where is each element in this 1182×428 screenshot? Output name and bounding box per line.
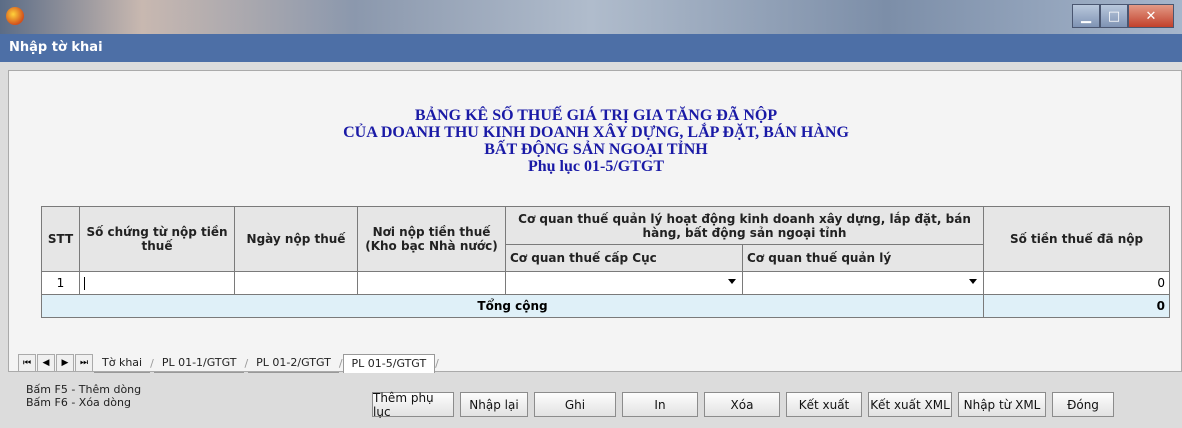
dropdown-arrow-icon[interactable] <box>728 279 736 284</box>
total-value: 0 <box>983 294 1171 318</box>
tab-to-khai[interactable]: Tờ khai <box>94 354 151 373</box>
form-panel: BẢNG KÊ SỐ THUẾ GIÁ TRỊ GIA TĂNG ĐÃ NỘP … <box>8 70 1182 372</box>
minimize-icon[interactable]: ▁ <box>1072 4 1100 28</box>
header-cq-cap-cuc: Cơ quan thuế cấp Cục <box>505 244 743 272</box>
row-stt: 1 <box>41 271 80 295</box>
heading-line-4: Phụ lục 01-5/GTGT <box>527 158 665 175</box>
tax-table: STT Số chứng từ nộp tiền thuế Ngày nộp t… <box>40 206 1171 318</box>
ghi-button[interactable]: Ghi <box>534 392 616 417</box>
sheet-tabs: ⏮ ◀ ▶ ⏭ Tờ khai / PL 01-1/GTGT / PL 01-2… <box>18 352 439 374</box>
tab-separator: / <box>435 356 439 370</box>
noi-nop-input[interactable] <box>357 271 506 295</box>
header-co-quan-group: Cơ quan thuế quản lý hoạt động kinh doan… <box>504 206 985 245</box>
tab-pl-01-2[interactable]: PL 01-2/GTGT <box>248 354 339 373</box>
total-label: Tổng cộng <box>40 294 985 318</box>
xoa-button[interactable]: Xóa <box>704 392 780 417</box>
header-noi-nop: Nơi nộp tiền thuế (Kho bạc Nhà nước) <box>357 206 506 272</box>
ngay-nop-input[interactable] <box>234 271 358 295</box>
form-title: Nhập tờ khai <box>9 40 103 55</box>
hint-add-row: Bấm F5 - Thêm dòng <box>26 383 142 396</box>
prev-sheet-icon[interactable]: ◀ <box>37 354 55 372</box>
last-sheet-icon[interactable]: ⏭ <box>75 354 93 372</box>
hint-delete-row: Bấm F6 - Xóa dòng <box>26 396 131 409</box>
them-phu-luc-button[interactable]: Thêm phụ lục <box>372 391 454 419</box>
nhap-tu-xml-button[interactable]: Nhập từ XML <box>958 392 1046 417</box>
window-titlebar: ▁ □ ✕ <box>0 0 1182 34</box>
ket-xuat-button[interactable]: Kết xuất <box>786 392 862 417</box>
tab-pl-01-5[interactable]: PL 01-5/GTGT <box>342 353 436 373</box>
app-logo-icon <box>6 7 24 25</box>
header-ngay-nop: Ngày nộp thuế <box>234 206 358 272</box>
nhap-lai-button[interactable]: Nhập lại <box>460 392 528 417</box>
form-title-bar: Nhập tờ khai <box>0 34 1182 62</box>
header-cq-quan-ly: Cơ quan thuế quản lý <box>741 244 985 272</box>
heading-line-2: CỦA DOANH THU KINH DOANH XÂY DỰNG, LẮP Đ… <box>343 124 849 141</box>
close-icon[interactable]: ✕ <box>1128 4 1174 28</box>
dropdown-arrow-icon[interactable] <box>969 279 978 284</box>
header-stt: STT <box>41 206 80 272</box>
keyboard-hints: Bấm F5 - Thêm dòng Bấm F6 - Xóa dòng <box>26 383 141 409</box>
form-heading: BẢNG KÊ SỐ THUẾ GIÁ TRỊ GIA TĂNG ĐÃ NỘP … <box>9 107 1182 175</box>
ket-xuat-xml-button[interactable]: Kết xuất XML <box>868 392 952 417</box>
total-row: Tổng cộng 0 <box>40 294 1171 318</box>
next-sheet-icon[interactable]: ▶ <box>56 354 74 372</box>
maximize-icon[interactable]: □ <box>1100 4 1128 28</box>
header-so-tien: Số tiền thuế đã nộp <box>983 206 1171 272</box>
window-controls: ▁ □ ✕ <box>1072 4 1174 28</box>
cq-cap-cuc-dropdown[interactable] <box>505 271 743 295</box>
dong-button[interactable]: Đóng <box>1052 392 1114 417</box>
table-row: 1 0 <box>41 271 1171 295</box>
heading-line-3: BẤT ĐỘNG SẢN NGOẠI TỈNH <box>484 141 708 158</box>
text-caret <box>84 277 85 290</box>
header-so-chung-tu: Số chứng từ nộp tiền thuế <box>79 206 235 272</box>
first-sheet-icon[interactable]: ⏮ <box>18 354 36 372</box>
heading-line-1: BẢNG KÊ SỐ THUẾ GIÁ TRỊ GIA TĂNG ĐÃ NỘP <box>414 107 778 124</box>
action-toolbar: Thêm phụ lục Nhập lại Ghi In Xóa Kết xuấ… <box>372 391 1120 419</box>
in-button[interactable]: In <box>622 392 698 417</box>
so-tien-input[interactable]: 0 <box>983 271 1171 295</box>
tab-pl-01-1[interactable]: PL 01-1/GTGT <box>153 354 245 373</box>
so-chung-tu-input[interactable] <box>79 271 235 295</box>
cq-quan-ly-dropdown[interactable] <box>741 271 985 295</box>
